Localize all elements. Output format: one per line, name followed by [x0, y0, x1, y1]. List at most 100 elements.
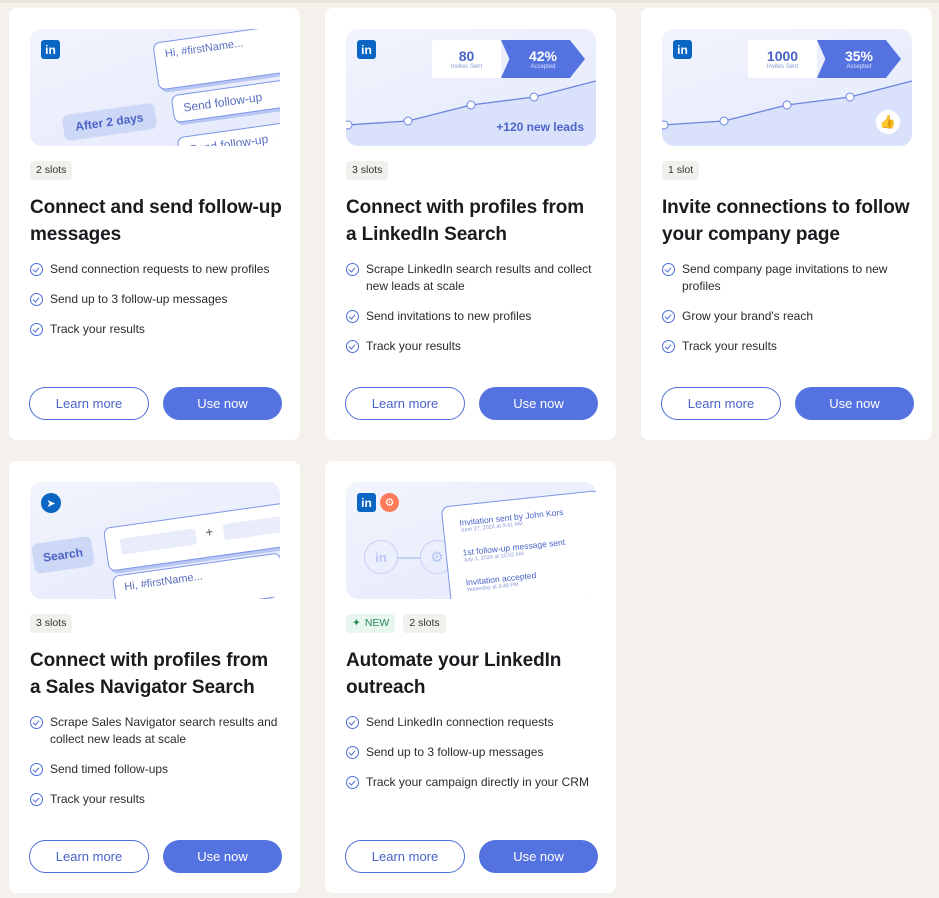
feature-text: Scrape Sales Navigator search results an… [50, 715, 278, 746]
card-tags: 2 slots [30, 161, 73, 180]
card-illustration: in 80 Invites Sent 42% Accepted +120 new l… [346, 29, 596, 146]
feature-text: Send LinkedIn connection requests [366, 715, 554, 729]
feature-text: Track your campaign directly in your CRM [366, 775, 589, 789]
learn-more-button[interactable]: Learn more [661, 387, 781, 420]
feature-text: Send invitations to new profiles [366, 309, 532, 323]
slots-badge: 2 slots [30, 161, 73, 180]
feature-text: Track your results [50, 792, 145, 806]
feature-item: Track your results [30, 791, 280, 808]
check-circle-icon [346, 776, 359, 789]
learn-more-button[interactable]: Learn more [29, 840, 149, 873]
card-actions: Learn more Use now [345, 387, 598, 420]
card-title: Automate your LinkedIn outreach [346, 650, 562, 698]
template-card-company-page: in 1000 Invites Sent 35% Accepted 👍 1 slot… [641, 8, 932, 440]
check-circle-icon [30, 323, 43, 336]
feature-item: Send up to 3 follow-up messages [346, 744, 596, 761]
learn-more-button[interactable]: Learn more [345, 387, 465, 420]
feature-item: Send invitations to new profiles [346, 308, 596, 325]
card-actions: Learn more Use now [29, 387, 282, 420]
feature-item: Send connection requests to new profiles [30, 261, 280, 278]
learn-more-button[interactable]: Learn more [345, 840, 465, 873]
check-circle-icon [30, 263, 43, 276]
check-circle-icon [662, 310, 675, 323]
growth-line-icon [662, 80, 912, 146]
feature-item: Track your campaign directly in your CRM [346, 774, 596, 791]
new-badge: ✦ NEW [346, 614, 396, 633]
slots-badge: 1 slot [662, 161, 700, 180]
feature-text: Send timed follow-ups [50, 762, 169, 776]
learn-more-button[interactable]: Learn more [29, 387, 149, 420]
check-circle-icon [662, 340, 675, 353]
delay-text: After 2 days [74, 110, 145, 134]
template-card-crm-outreach: in ⚙ in ⚙ Invitation sent by John Kors Ju… [325, 461, 616, 893]
new-text: NEW [364, 617, 390, 629]
slots-badge: 3 slots [346, 161, 389, 180]
message-bubble: Hi, #firstName... [152, 29, 280, 91]
use-now-button[interactable]: Use now [795, 387, 914, 420]
slots-badge: 3 slots [30, 614, 73, 633]
sales-navigator-icon: ➤ [41, 493, 61, 513]
feature-text: Track your results [50, 322, 145, 336]
feature-item: Track your results [346, 338, 596, 355]
check-circle-icon [346, 340, 359, 353]
card-title: Connect with profiles from a Sales Navig… [30, 650, 269, 698]
check-circle-icon [662, 263, 675, 276]
feature-text: Send connection requests to new profiles [50, 262, 270, 276]
message-text: Hi, #firstName... [164, 37, 244, 61]
linkedin-node-icon: in [364, 540, 398, 574]
feature-list: Send company page invitations to new pro… [662, 261, 912, 368]
use-now-button[interactable]: Use now [479, 840, 598, 873]
check-circle-icon [346, 746, 359, 759]
timeline-event: Invitation accepted Yesterday at 3:48 PM [465, 570, 537, 593]
feature-item: Send timed follow-ups [30, 761, 280, 778]
template-card-linkedin-search: in 80 Invites Sent 42% Accepted +120 new l… [325, 8, 616, 440]
feature-item: Send LinkedIn connection requests [346, 714, 596, 731]
search-badge: Search [31, 535, 95, 575]
card-illustration: in 1000 Invites Sent 35% Accepted 👍 [662, 29, 912, 146]
activity-timeline: Invitation sent by John Kors June 27, 202… [440, 489, 596, 599]
feature-list: Scrape LinkedIn search results and colle… [346, 261, 596, 368]
check-circle-icon [346, 263, 359, 276]
card-actions: Learn more Use now [345, 840, 598, 873]
feature-item: Track your results [662, 338, 912, 355]
use-now-button[interactable]: Use now [479, 387, 598, 420]
check-circle-icon [30, 716, 43, 729]
template-card-follow-up: in Hi, #firstName... Send follow-up Afte… [9, 8, 300, 440]
feature-item: Scrape Sales Navigator search results an… [30, 714, 280, 748]
new-leads-label: +120 new leads [496, 120, 584, 134]
check-circle-icon [346, 310, 359, 323]
delay-badge: After 2 days [61, 102, 158, 142]
timeline-event: 1st follow-up message sent July 1, 2024 a… [462, 537, 566, 564]
feature-text: Track your results [682, 339, 777, 353]
linkedin-icon: in [357, 493, 376, 512]
card-actions: Learn more Use now [661, 387, 914, 420]
linkedin-icon: in [41, 40, 60, 59]
use-now-button[interactable]: Use now [163, 840, 282, 873]
check-circle-icon [30, 793, 43, 806]
feature-item: Send up to 3 follow-up messages [30, 291, 280, 308]
check-circle-icon [30, 763, 43, 776]
follow-up-text: Send follow-up [182, 89, 264, 115]
card-tags: ✦ NEW 2 slots [346, 614, 446, 633]
card-tags: 1 slot [662, 161, 700, 180]
card-illustration: in Hi, #firstName... Send follow-up Afte… [30, 29, 280, 146]
feature-text: Send company page invitations to new pro… [682, 262, 888, 293]
thumbs-up-icon: 👍 [876, 110, 900, 134]
feature-item: Send company page invitations to new pro… [662, 261, 912, 295]
use-now-button[interactable]: Use now [163, 387, 282, 420]
follow-up-bubble: Send follow-up [176, 120, 280, 146]
card-actions: Learn more Use now [29, 840, 282, 873]
template-card-sales-navigator: ➤ Search + Hi, #firstName... 3 slots Con… [9, 461, 300, 893]
hubspot-icon: ⚙ [380, 493, 399, 512]
card-title: Connect with profiles from a LinkedIn Se… [346, 197, 585, 245]
feature-text: Track your results [366, 339, 461, 353]
check-circle-icon [346, 716, 359, 729]
feature-list: Send connection requests to new profiles… [30, 261, 280, 351]
feature-item: Track your results [30, 321, 280, 338]
card-title: Invite connections to follow your compan… [662, 197, 910, 245]
feature-list: Scrape Sales Navigator search results an… [30, 714, 280, 821]
top-divider [0, 0, 939, 3]
card-tags: 3 slots [346, 161, 389, 180]
plus-icon: + [204, 523, 215, 540]
timeline-event: Invitation sent by John Kors June 27, 202… [459, 507, 565, 534]
